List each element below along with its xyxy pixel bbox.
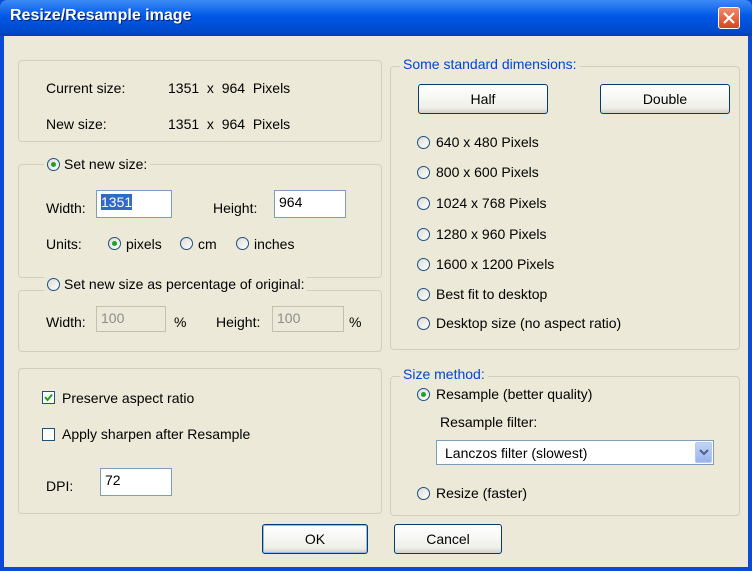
title-bar[interactable]: Resize/Resample image [0,0,752,36]
percent-width-input[interactable]: 100 [96,306,166,332]
close-button[interactable] [718,7,740,29]
resample-filter-label: Resample filter: [440,414,538,430]
units-pixels-radio[interactable] [108,237,121,250]
height-label: Height: [213,200,258,216]
dim-1280-radio[interactable] [417,228,430,241]
best-fit-radio[interactable] [417,288,430,301]
size-method-legend: Size method: [400,366,488,382]
set-new-size-label: Set new size: [64,156,148,172]
preserve-aspect-label: Preserve aspect ratio [62,390,195,406]
dialog-window: Resize/Resample image Current size: 1351… [0,0,752,571]
apply-sharpen-label: Apply sharpen after Resample [62,426,251,442]
percent-height-unit: % [349,314,362,330]
half-button-label: Half [470,91,496,107]
resize-radio[interactable] [417,487,430,500]
percent-width-label: Width: [46,314,86,330]
dim-640-label: 640 x 480 Pixels [436,134,539,150]
checkmark-icon [44,393,53,402]
percentage-label: Set new size as percentage of original: [64,276,305,292]
dim-800-radio[interactable] [417,166,430,179]
new-size-label: New size: [46,116,107,132]
height-input[interactable]: 964 [274,190,346,218]
dim-1024-radio[interactable] [417,197,430,210]
window-title: Resize/Resample image [10,7,192,24]
double-button[interactable]: Double [600,84,730,114]
dim-640-radio[interactable] [417,136,430,149]
resample-label: Resample (better quality) [436,386,593,402]
percent-height-label: Height: [216,314,261,330]
percentage-legend: Set new size as percentage of original: [44,276,308,292]
standard-dimensions-legend: Some standard dimensions: [400,56,580,72]
current-size-label: Current size: [46,80,126,96]
resample-radio[interactable] [417,388,430,401]
dropdown-arrow[interactable] [695,442,712,463]
apply-sharpen-checkbox[interactable] [42,428,55,441]
cancel-button[interactable]: Cancel [394,524,502,554]
width-label: Width: [46,200,86,216]
percent-width-value: 100 [101,310,125,326]
resize-label: Resize (faster) [436,485,528,501]
dim-800-label: 800 x 600 Pixels [436,164,539,180]
dim-1024-label: 1024 x 768 Pixels [436,195,547,211]
units-cm-label: cm [198,236,217,252]
dim-1600-label: 1600 x 1200 Pixels [436,256,555,272]
close-icon [723,12,735,24]
new-size-value: 1351 x 964 Pixels [168,116,291,132]
units-label: Units: [46,236,82,252]
dialog-body: Current size: 1351 x 964 Pixels New size… [4,36,748,567]
dpi-label: DPI: [46,478,74,494]
units-inches-label: inches [254,236,295,252]
preserve-aspect-checkbox[interactable] [42,391,55,404]
cancel-button-label: Cancel [426,531,470,547]
double-button-label: Double [642,91,688,107]
percent-width-unit: % [174,314,187,330]
height-value: 964 [279,194,303,210]
desktop-size-radio[interactable] [417,317,430,330]
ok-button[interactable]: OK [262,524,368,554]
best-fit-label: Best fit to desktop [436,286,548,302]
resample-filter-select[interactable]: Lanczos filter (slowest) [436,440,714,465]
dpi-value: 72 [105,472,121,488]
ok-button-label: OK [304,531,326,547]
half-button[interactable]: Half [418,84,548,114]
width-input[interactable]: 1351 [96,190,172,218]
resample-filter-value: Lanczos filter (slowest) [445,445,588,461]
units-inches-radio[interactable] [236,237,249,250]
set-new-size-radio[interactable] [47,158,60,171]
units-pixels-label: pixels [126,236,162,252]
set-new-size-group [18,164,382,278]
dim-1280-label: 1280 x 960 Pixels [436,226,547,242]
percent-height-input[interactable]: 100 [272,306,344,332]
units-cm-radio[interactable] [180,237,193,250]
width-value: 1351 [101,194,133,210]
desktop-size-label: Desktop size (no aspect ratio) [436,315,622,331]
set-new-size-legend: Set new size: [44,156,151,172]
dpi-input[interactable]: 72 [100,468,172,496]
percentage-radio[interactable] [47,278,60,291]
chevron-down-icon [699,449,709,456]
dim-1600-radio[interactable] [417,258,430,271]
percent-height-value: 100 [277,310,301,326]
current-size-value: 1351 x 964 Pixels [168,80,291,96]
